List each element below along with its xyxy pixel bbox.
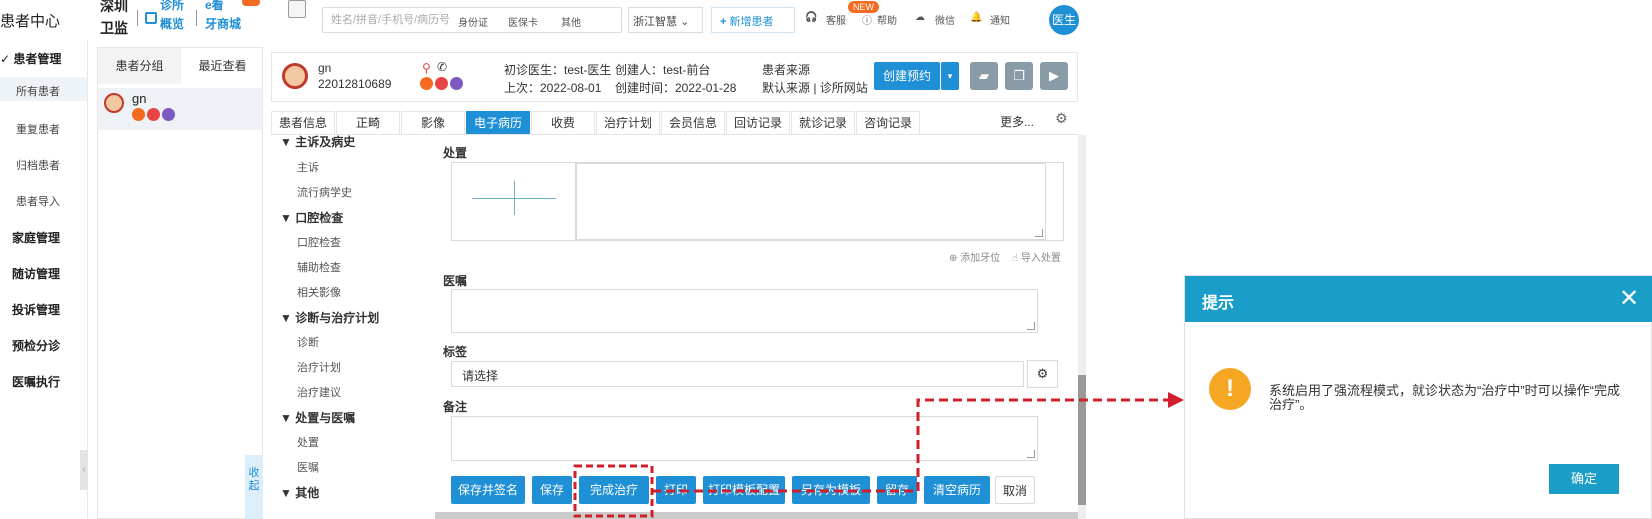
warning-icon: ! bbox=[1209, 368, 1251, 410]
annotation-arrow-line bbox=[652, 398, 1170, 493]
highlight-box bbox=[573, 464, 654, 518]
dialog-message: 系统启用了强流程模式，就诊状态为“治疗中”时可以操作“完成治疗”。 bbox=[1269, 383, 1620, 412]
info-dialog: 提示 ✕ ! 系统启用了强流程模式，就诊状态为“治疗中”时可以操作“完成治疗”。… bbox=[1184, 275, 1652, 519]
close-icon[interactable]: ✕ bbox=[1615, 285, 1643, 313]
dialog-header bbox=[1185, 276, 1652, 322]
confirm-button[interactable]: 确定 bbox=[1549, 464, 1619, 494]
dialog-title: 提示 bbox=[1202, 295, 1235, 312]
arrow-head-icon bbox=[1168, 392, 1184, 408]
